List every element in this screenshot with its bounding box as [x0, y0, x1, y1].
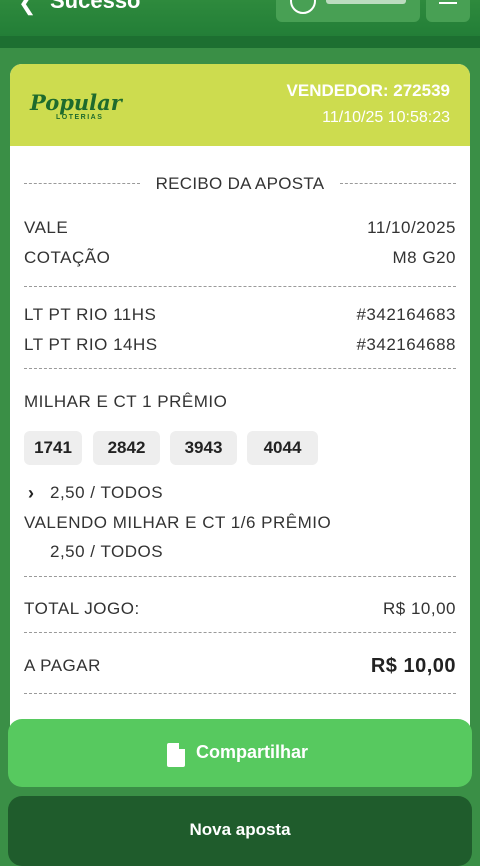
menu-button[interactable]	[426, 0, 470, 22]
number-chip: 4044	[247, 431, 318, 465]
logo-subtext: LOTERIAS	[56, 114, 104, 121]
receipt-card: Popular LOTERIAS VENDEDOR: 272539 11/10/…	[10, 64, 470, 744]
balance-field	[326, 0, 406, 4]
vendor-label: VENDEDOR: 272539	[286, 81, 450, 100]
number-chip: 2842	[93, 431, 160, 465]
total-value: R$ 10,00	[383, 599, 456, 618]
target-icon	[290, 0, 316, 14]
vale-label: VALE	[24, 218, 69, 237]
share-button[interactable]: Compartilhar	[8, 719, 472, 787]
new-bet-label: Nova aposta	[189, 820, 291, 839]
draw-name: LT PT RIO 11HS	[24, 305, 157, 324]
vale-value: 11/10/2025	[367, 218, 456, 237]
section-title-divider: RECIBO DA APOSTA	[24, 172, 456, 194]
dash-right	[340, 183, 456, 184]
new-bet-button[interactable]: Nova aposta	[8, 796, 472, 866]
divider	[24, 286, 456, 287]
receipt-timestamp: 11/10/25 10:58:23	[322, 109, 450, 126]
section-title: RECIBO DA APOSTA	[155, 174, 325, 193]
header-strip	[0, 36, 480, 48]
pdf-icon	[167, 743, 185, 767]
pay-value: R$ 10,00	[370, 655, 456, 677]
total-label: TOTAL JOGO:	[24, 599, 140, 618]
chevron-right-icon[interactable]: ›	[28, 483, 34, 504]
draw-id: #342164683	[356, 305, 456, 324]
chevron-left-icon[interactable]: ❮	[18, 0, 36, 16]
account-button[interactable]	[276, 0, 420, 22]
hamburger-icon-line	[439, 2, 457, 4]
divider	[24, 632, 456, 633]
number-chip: 1741	[24, 431, 82, 465]
cotacao-label: COTAÇÃO	[24, 248, 111, 267]
pay-label: A PAGAR	[24, 656, 101, 675]
cotacao-value: M8 G20	[392, 248, 456, 267]
logo-text: Popular	[30, 90, 122, 115]
share-label: Compartilhar	[196, 742, 309, 762]
divider	[24, 693, 456, 694]
top-bar: ❮ Sucesso	[0, 0, 480, 48]
draw-name: LT PT RIO 14HS	[24, 335, 158, 354]
valendo-value: 2,50 / TODOS	[50, 542, 164, 561]
bet-line: 2,50 / TODOS	[50, 483, 164, 502]
divider	[24, 368, 456, 369]
valendo-label: VALENDO MILHAR E CT 1/6 PRÊMIO	[24, 513, 332, 532]
logo: Popular LOTERIAS	[30, 88, 122, 126]
draw-id: #342164688	[356, 335, 456, 354]
divider	[24, 576, 456, 577]
game-title: MILHAR E CT 1 PRÊMIO	[24, 392, 228, 411]
page-title: Sucesso	[50, 0, 141, 13]
receipt-header: Popular LOTERIAS VENDEDOR: 272539 11/10/…	[10, 64, 470, 146]
number-chip: 3943	[170, 431, 237, 465]
